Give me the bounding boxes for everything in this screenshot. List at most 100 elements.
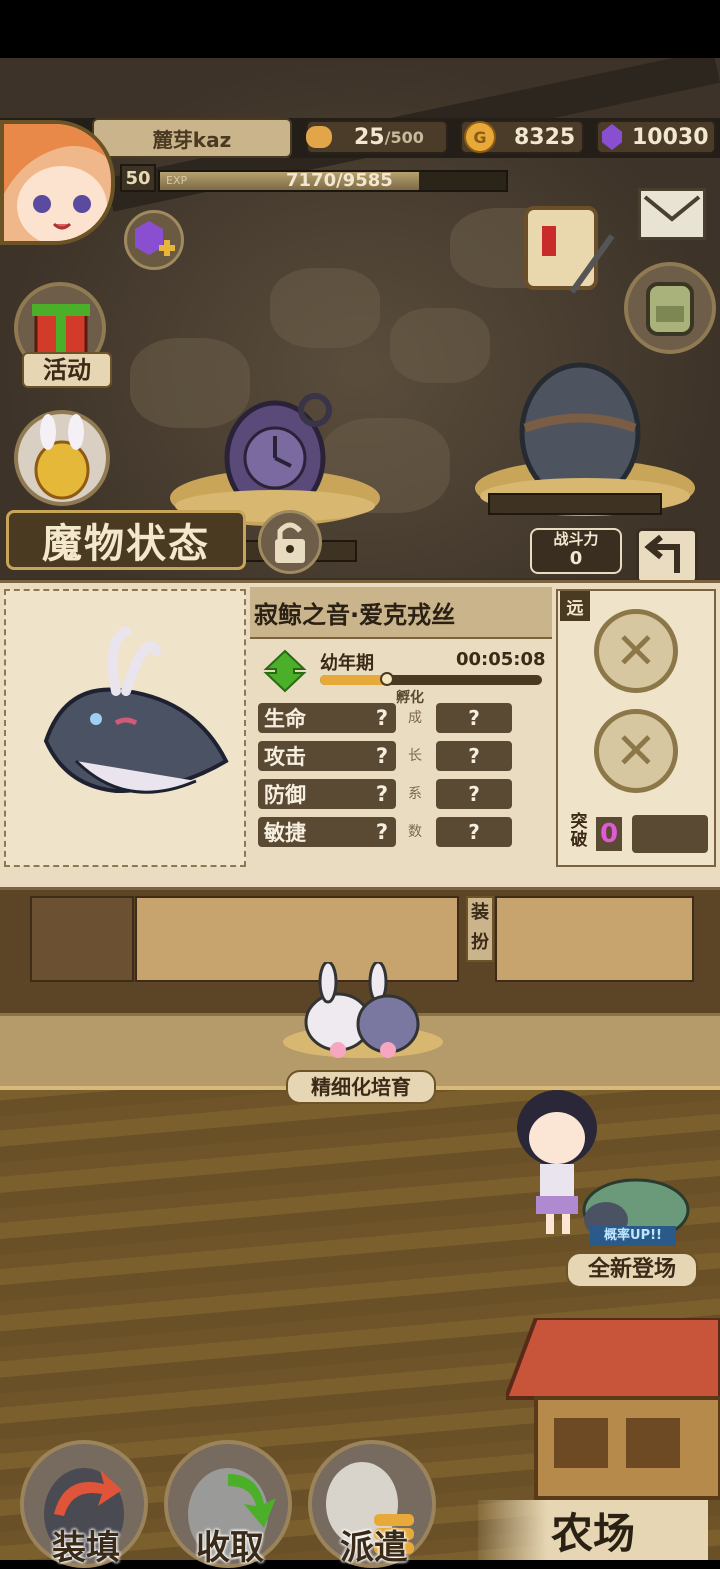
breakthrough-value: 0 <box>596 817 622 851</box>
rate-up-badge: 概率UP!! <box>590 1226 676 1246</box>
pocket-watch-egg-icon <box>170 393 380 526</box>
combat-power-box: 战斗力 0 <box>530 528 622 574</box>
collect-label-wrap: 收取 <box>168 1520 292 1569</box>
whale-monster-icon <box>43 626 229 794</box>
growth-char: 系 <box>408 786 422 802</box>
shelf-slot <box>30 896 134 982</box>
gem-counter[interactable]: 10030 <box>596 120 716 154</box>
dispatch-label-wrap: 派遣 <box>312 1520 436 1569</box>
growth-stage: 幼年期 <box>320 653 374 674</box>
stat-atk-label: 攻击 <box>264 745 306 769</box>
egg-nest-clock[interactable] <box>165 388 385 562</box>
combat-power-value: 0 <box>569 548 583 569</box>
stat-def-label: 防御 <box>264 783 306 807</box>
growth-atk-value: ? <box>436 741 512 771</box>
backpack-icon <box>646 282 694 336</box>
combat-power-label: 战斗力 <box>553 530 599 548</box>
section-title: 魔物状态 <box>42 521 210 567</box>
monster-portrait-frame <box>4 589 246 867</box>
player-level: 50 <box>120 164 156 192</box>
load-label[interactable]: 装填 <box>52 1528 120 1568</box>
section-title-plate: 魔物状态 <box>6 510 246 570</box>
avatar-face-icon <box>4 124 111 241</box>
close-icon: ✕ <box>615 722 657 780</box>
farm-barn-icon <box>503 1316 720 1500</box>
shelf-slot <box>495 896 694 982</box>
stage-up-icon <box>262 647 308 693</box>
return-arrow-icon <box>644 534 680 573</box>
growth-char: 成 <box>408 710 422 726</box>
player-avatar[interactable] <box>0 120 115 245</box>
gold-value: 8325 <box>514 124 576 150</box>
event-egg-button[interactable] <box>14 410 110 506</box>
skill-slot-empty[interactable]: ✕ <box>594 609 678 693</box>
bunny-egg-icon <box>34 414 90 500</box>
growth-timer: 00:05:08 <box>456 649 546 670</box>
cultivate-button[interactable] <box>278 960 448 1062</box>
gem-value: 10030 <box>632 124 709 150</box>
egg-nest-stone[interactable] <box>470 348 700 518</box>
envelope-icon <box>643 195 701 222</box>
new-arrival-label: 全新登场 <box>566 1252 698 1288</box>
farm-label: 农场 <box>550 1508 635 1558</box>
collect-label[interactable]: 收取 <box>196 1528 264 1568</box>
back-button[interactable] <box>636 528 698 584</box>
activity-label[interactable]: 活动 <box>22 352 112 388</box>
wall-stone <box>270 268 380 348</box>
range-tag: 远 <box>560 591 590 621</box>
backpack-button[interactable] <box>624 262 716 354</box>
farm-building[interactable] <box>503 1316 720 1518</box>
growth-hp-value: ? <box>436 703 512 733</box>
skill-slot-empty[interactable]: ✕ <box>594 709 678 793</box>
scroll-quill-icon <box>524 206 615 294</box>
monster-status-panel: 寂鲸之音·爱克戎丝 幼年期 00:05:08 孵化 生命? 攻击? 防御? 敏捷… <box>0 580 720 890</box>
player-name[interactable]: 麓芽kaz <box>92 118 292 158</box>
exp-label: EXP <box>166 174 188 187</box>
gold-coin-icon: G <box>464 121 496 153</box>
stage-progress-fill <box>320 675 387 685</box>
stat-atk-row: 攻击? <box>258 741 396 771</box>
stat-hp-value: ? <box>375 706 388 730</box>
quest-scroll-button[interactable] <box>512 196 622 306</box>
bunny-monsters-icon <box>283 960 443 1058</box>
bread-icon <box>306 126 332 148</box>
stamina-counter[interactable]: 25/500 <box>306 120 448 154</box>
stat-agi-label: 敏捷 <box>264 821 306 845</box>
stat-def-row: 防御? <box>258 779 396 809</box>
stage-progress-bar <box>320 672 542 686</box>
stat-agi-value: ? <box>375 820 388 844</box>
exp-text: 7170/9585 <box>286 170 393 191</box>
monster-name-bar: 寂鲸之音·爱克戎丝 <box>250 587 552 639</box>
purple-gem-icon <box>602 124 622 150</box>
breakthrough-slot <box>632 815 708 853</box>
breakthrough-label: 突破 <box>570 812 588 850</box>
stat-def-value: ? <box>375 782 388 806</box>
stat-hp-label: 生命 <box>264 707 306 731</box>
cultivate-label[interactable]: 精细化培育 <box>286 1070 436 1104</box>
stat-atk-value: ? <box>375 744 388 768</box>
nest-progress-bar <box>488 493 662 515</box>
close-icon: ✕ <box>615 622 657 680</box>
padlock-icon <box>275 522 305 563</box>
growth-char: 长 <box>408 748 422 764</box>
new-arrival-button[interactable]: 概率UP!! 全新登场 <box>566 1160 698 1290</box>
exp-bar: EXP 7170/9585 <box>158 170 508 192</box>
equip-button[interactable]: 装扮 <box>466 896 494 962</box>
load-label-wrap: 装填 <box>24 1520 148 1569</box>
stage-progress-knob <box>379 672 394 686</box>
growth-def-value: ? <box>436 779 512 809</box>
add-gem-button[interactable] <box>124 210 184 270</box>
stamina-value: 25 <box>354 124 385 150</box>
growth-agi-value: ? <box>436 817 512 847</box>
dispatch-label[interactable]: 派遣 <box>340 1528 408 1568</box>
skill-panel: 远 ✕ ✕ 突破 0 <box>556 589 716 867</box>
gold-counter[interactable]: G 8325 <box>460 120 584 154</box>
gem-plus-icon <box>135 221 175 256</box>
mail-button[interactable] <box>638 188 706 240</box>
stat-hp-row: 生命? <box>258 703 396 733</box>
farm-nav-button[interactable]: 农场 <box>478 1500 708 1560</box>
stat-agi-row: 敏捷? <box>258 817 396 847</box>
lock-button[interactable] <box>258 510 322 574</box>
hatch-label: 孵化 <box>396 690 424 706</box>
growth-char: 数 <box>408 824 422 840</box>
